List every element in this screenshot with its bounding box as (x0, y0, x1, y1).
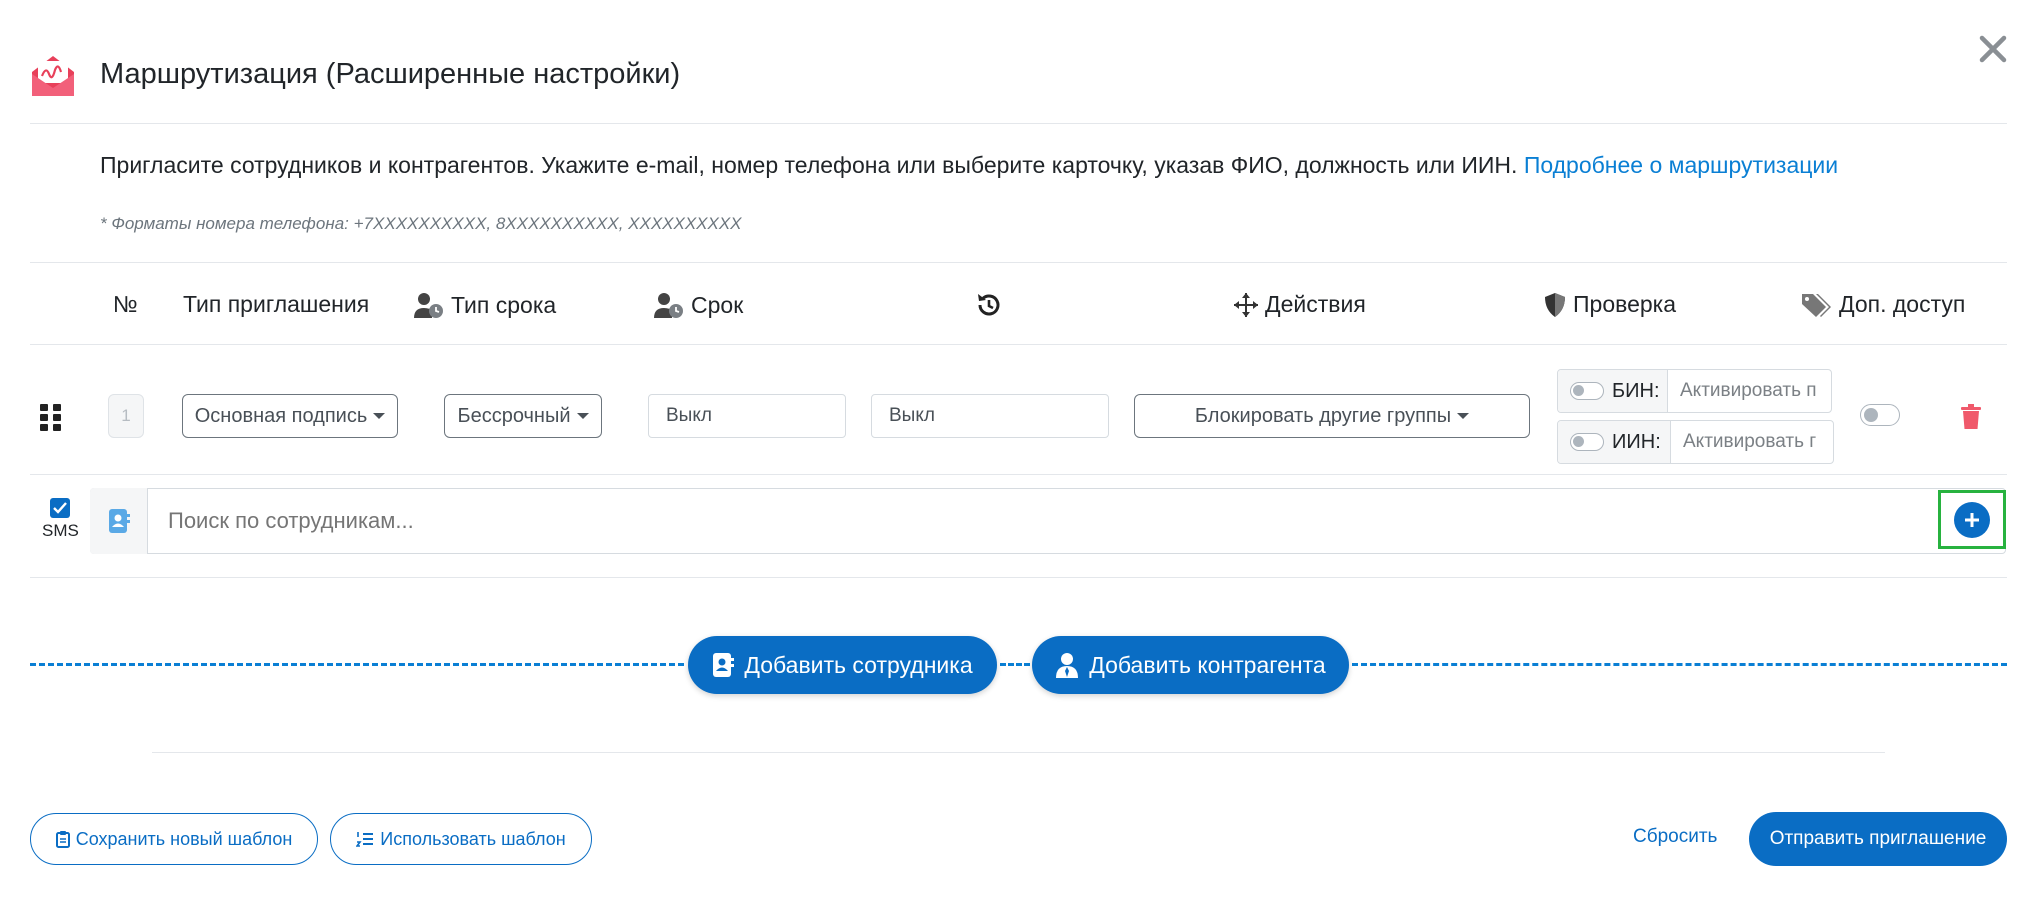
column-extra-access: Доп. доступ (1801, 291, 1965, 318)
use-template-button[interactable]: Использовать шаблон (330, 813, 592, 865)
invite-type-value: Основная подпись (194, 404, 368, 427)
phone-format-note: * Форматы номера телефона: +7XXXXXXXXXX,… (100, 214, 742, 233)
column-number-label: № (113, 291, 138, 317)
page-title: Маршрутизация (Расширенные настройки) (100, 58, 681, 90)
column-actions-label: Действия (1265, 291, 1366, 317)
column-extra-access-label: Доп. доступ (1839, 291, 1966, 317)
intro-description: Пригласите сотрудников и контрагентов. У… (100, 152, 1518, 178)
save-template-button[interactable]: Сохранить новый шаблон (30, 813, 318, 865)
term-type-value: Бессрочный (457, 404, 571, 427)
iin-toggle[interactable] (1570, 433, 1604, 451)
column-term: Срок (653, 291, 743, 319)
tags-icon (1802, 293, 1831, 317)
caret-down-icon (576, 413, 589, 419)
dashed-separator (1352, 663, 2007, 666)
column-check-label: Проверка (1573, 291, 1677, 317)
divider (30, 344, 2007, 345)
add-row-button[interactable] (1938, 490, 2006, 549)
column-actions: Действия (1233, 291, 1366, 318)
column-number: № (113, 291, 138, 318)
add-employee-label: Добавить сотрудника (744, 651, 973, 678)
caret-down-icon (1457, 413, 1470, 419)
arrows-move-icon (1234, 292, 1258, 317)
contact-card-icon[interactable] (90, 488, 148, 554)
reset-button[interactable]: Сбросить (1633, 826, 1717, 848)
bin-toggle[interactable] (1570, 382, 1604, 400)
bin-label-part: БИН: (1558, 370, 1668, 412)
divider (30, 262, 2007, 263)
dashed-separator (1000, 663, 1030, 666)
close-icon[interactable] (1976, 32, 2010, 66)
action-value: Блокировать другие группы (1194, 404, 1452, 427)
bin-check: БИН: Активировать п (1557, 369, 1832, 413)
bin-input[interactable]: Активировать п (1668, 380, 1831, 402)
add-counterparty-label: Добавить контрагента (1089, 651, 1326, 678)
divider (152, 752, 1885, 753)
iin-input[interactable]: Активировать г (1671, 431, 1833, 453)
iin-check: ИИН: Активировать г (1557, 420, 1834, 464)
column-term-type: Тип срока (413, 291, 556, 319)
divider (30, 123, 2007, 124)
sms-label: SMS (42, 521, 79, 540)
search-input[interactable] (168, 508, 1868, 534)
plus-icon (1954, 501, 1990, 538)
use-template-label: Использовать шаблон (380, 828, 566, 849)
add-counterparty-button[interactable]: Добавить контрагента (1032, 636, 1349, 694)
column-check: Проверка (1543, 291, 1676, 318)
column-invite-type: Тип приглашения (183, 291, 369, 318)
dashed-separator (30, 663, 684, 666)
user-clock-icon (414, 293, 443, 318)
numbered-list-icon (356, 832, 374, 847)
column-term-type-label: Тип срока (451, 291, 557, 318)
send-invitation-button[interactable]: Отправить приглашение (1749, 812, 2007, 866)
caret-down-icon (373, 413, 386, 419)
intro-text: Пригласите сотрудников и контрагентов. У… (100, 152, 1838, 179)
row-number: 1 (108, 394, 144, 438)
column-invite-type-label: Тип приглашения (183, 291, 370, 317)
divider (30, 474, 2007, 475)
add-employee-button[interactable]: Добавить сотрудника (688, 636, 997, 694)
envelope-logo-icon (28, 52, 78, 100)
user-tie-icon (1056, 653, 1079, 678)
iin-label: ИИН: (1612, 430, 1661, 453)
action-dropdown[interactable]: Блокировать другие группы (1134, 394, 1530, 438)
iin-label-part: ИИН: (1558, 421, 1671, 463)
user-clock-icon (654, 293, 683, 318)
contact-card-icon (713, 653, 735, 677)
term-field[interactable]: Выкл (648, 394, 846, 438)
routing-help-link[interactable]: Подробнее о маршрутизации (1524, 152, 1838, 178)
invite-type-dropdown[interactable]: Основная подпись (182, 394, 398, 438)
bin-label: БИН: (1612, 379, 1660, 402)
extra-access-toggle[interactable] (1860, 404, 1900, 426)
history-field[interactable]: Выкл (871, 394, 1109, 438)
column-history (975, 291, 1003, 319)
clipboard-icon (55, 831, 70, 848)
shield-icon (1545, 292, 1565, 317)
trash-icon[interactable] (1960, 404, 1982, 430)
save-template-label: Сохранить новый шаблон (75, 828, 293, 849)
history-icon (978, 294, 1000, 316)
sms-checkbox[interactable] (50, 498, 70, 518)
column-term-label: Срок (691, 291, 744, 318)
divider (30, 577, 2007, 578)
term-type-dropdown[interactable]: Бессрочный (444, 394, 602, 438)
drag-handle-icon[interactable] (40, 404, 62, 432)
